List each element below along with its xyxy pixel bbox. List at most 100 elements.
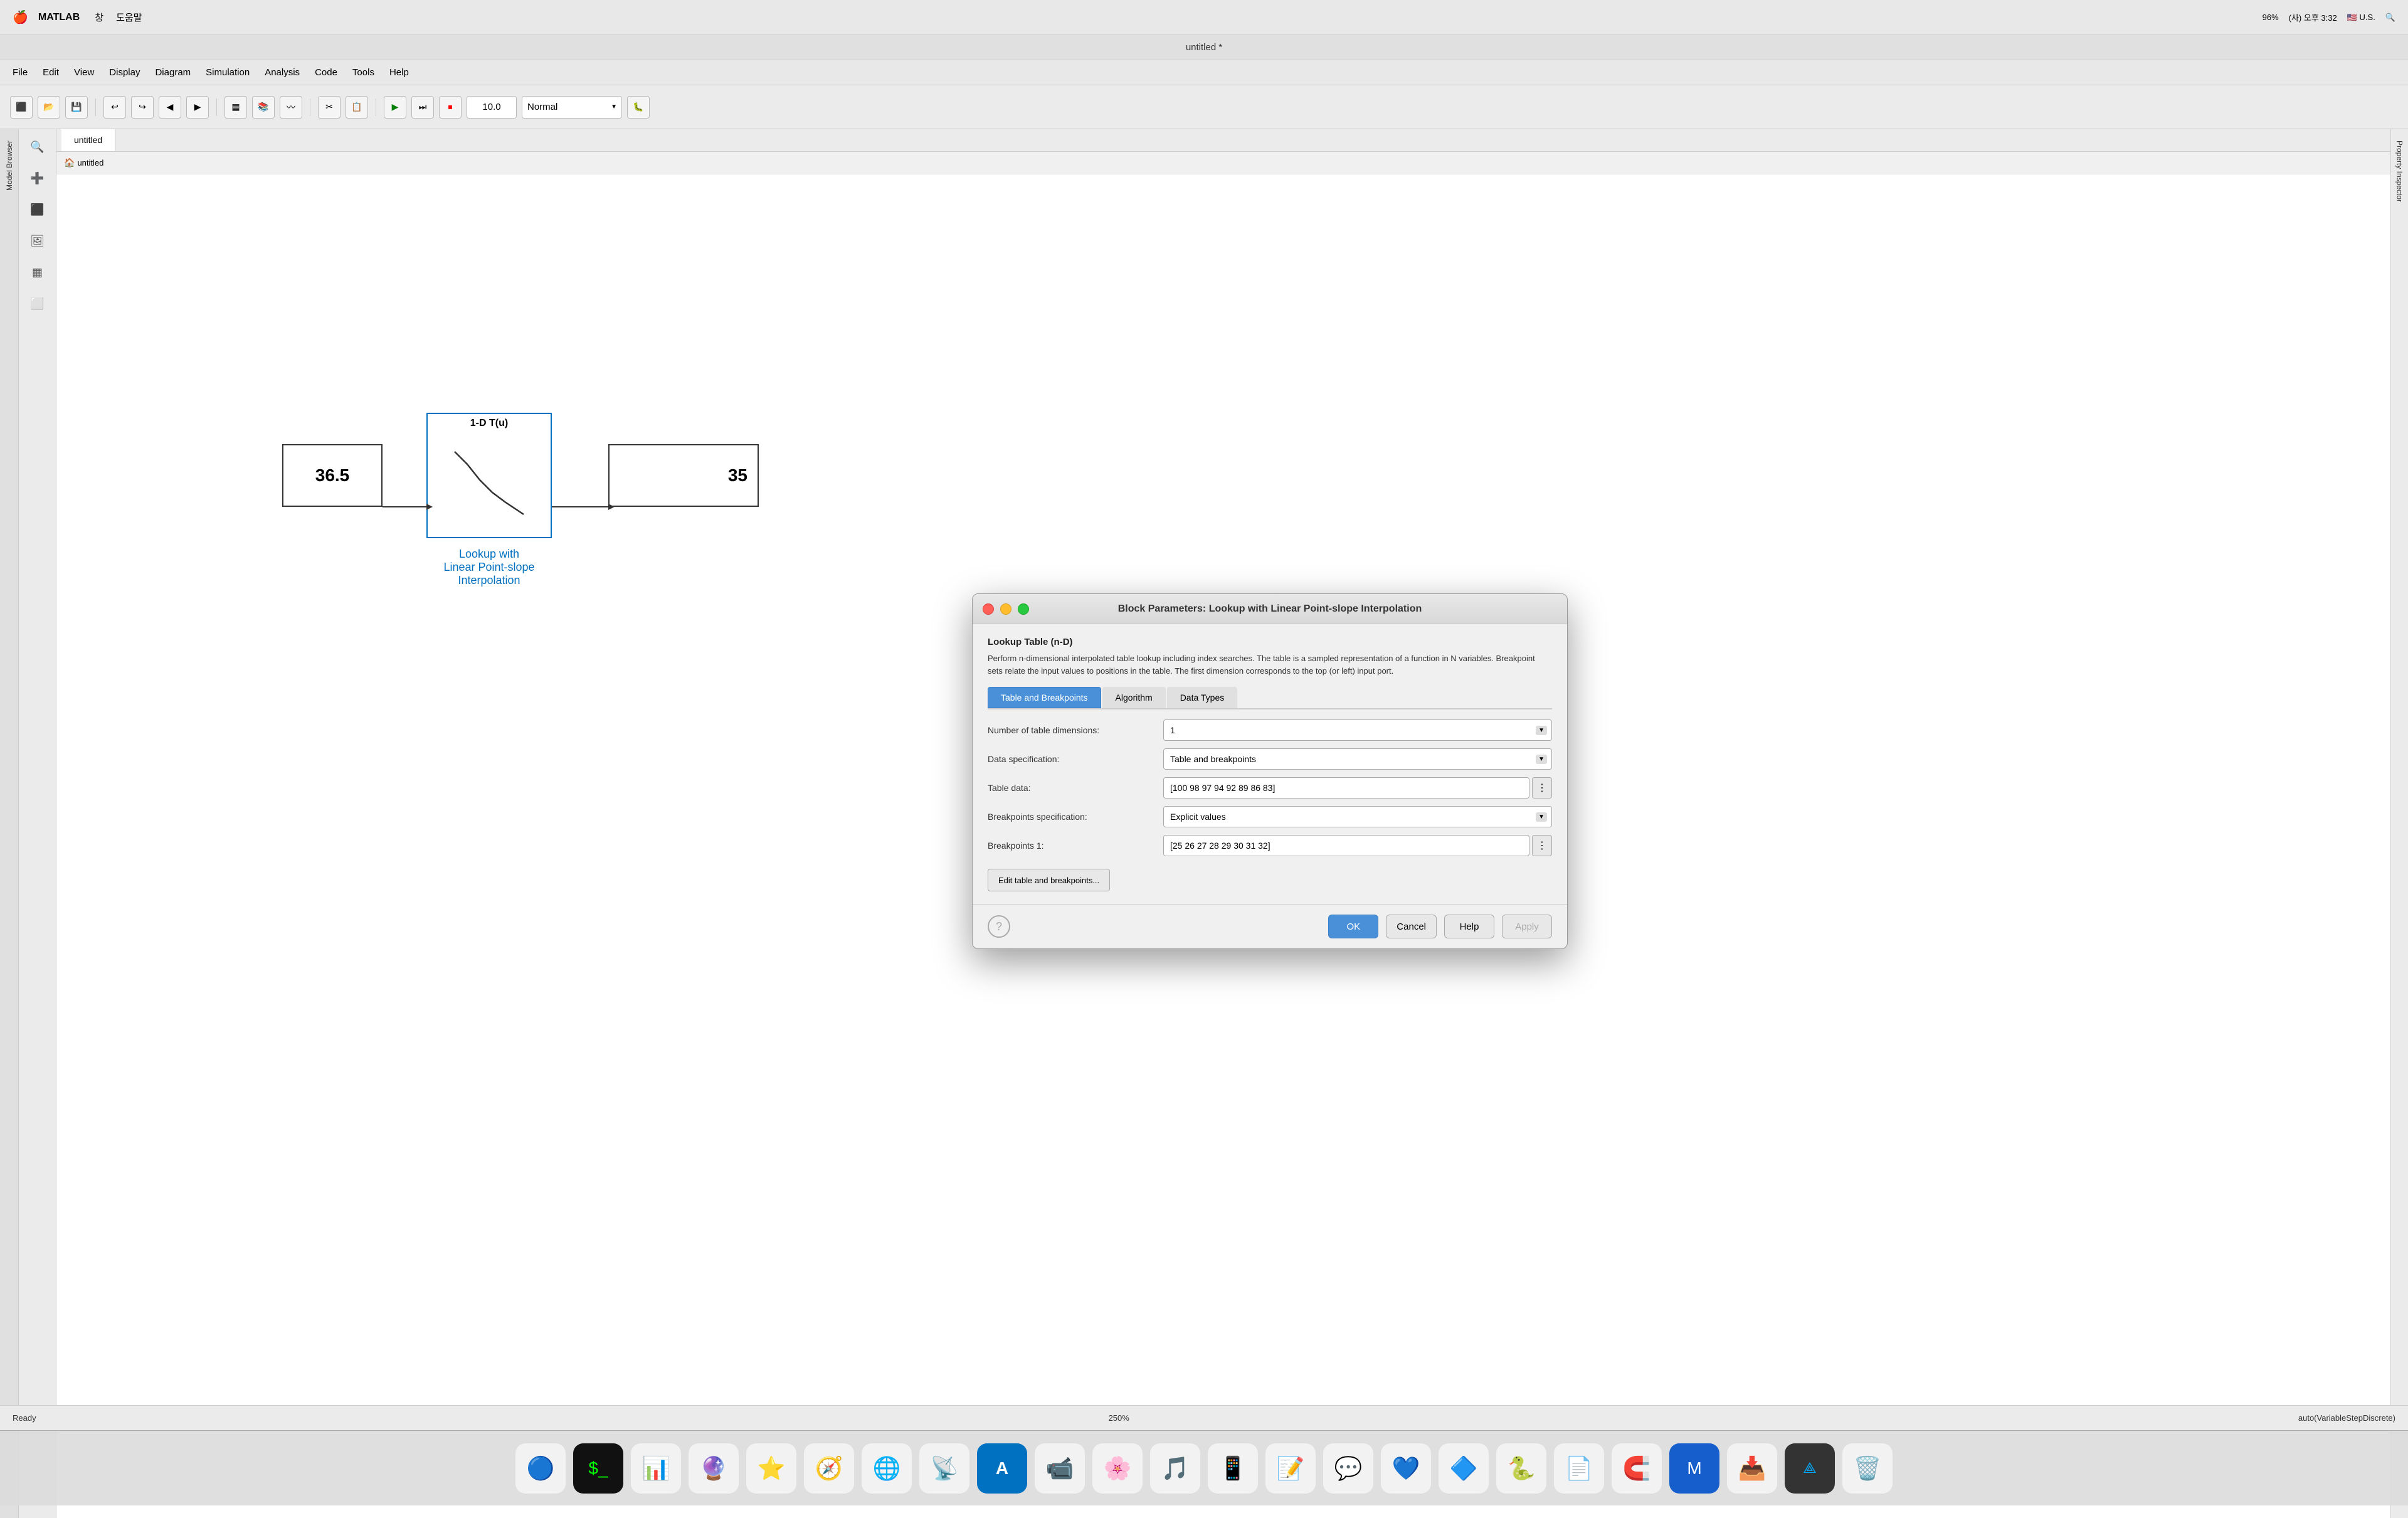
app-name: MATLAB (38, 12, 80, 23)
maximize-button[interactable] (1018, 603, 1029, 615)
search-menubar-icon[interactable]: 🔍 (2385, 13, 2395, 23)
toolbar-cut-btn[interactable]: ✂ (318, 96, 341, 119)
dock-photos[interactable]: 🌸 (1092, 1443, 1143, 1494)
statusbar: Ready 250% auto(VariableStepDiscrete) (0, 1405, 2408, 1430)
dock-chrome[interactable]: 🌐 (862, 1443, 912, 1494)
toolbar-step-btn[interactable]: ⏭ (411, 96, 434, 119)
apple-menu[interactable]: 🍎 (13, 9, 28, 25)
menu-tools[interactable]: Tools (352, 67, 374, 78)
cancel-button[interactable]: Cancel (1386, 915, 1437, 938)
dock-toodledo[interactable]: 📝 (1265, 1443, 1316, 1494)
dock-finder[interactable]: 🔵 (515, 1443, 566, 1494)
help-icon[interactable]: ? (988, 915, 1010, 938)
dock-safari[interactable]: 🧭 (804, 1443, 854, 1494)
fit-icon[interactable]: ⬛ (25, 197, 50, 222)
tab-data-types[interactable]: Data Types (1167, 687, 1238, 708)
dock-appstore[interactable]: A (977, 1443, 1027, 1494)
bp-spec-select[interactable]: Explicit values Even spacing (1163, 806, 1552, 827)
bp1-input[interactable] (1163, 835, 1529, 856)
table-data-label: Table data: (988, 783, 1163, 793)
toolbar-play-btn[interactable]: ▶ (384, 96, 406, 119)
dock-activity[interactable]: 📊 (631, 1443, 681, 1494)
dock-vscode[interactable]: 💙 (1381, 1443, 1431, 1494)
menu-code[interactable]: Code (315, 67, 337, 78)
dock-music[interactable]: 🎵 (1150, 1443, 1200, 1494)
grid-icon[interactable]: ▦ (25, 260, 50, 285)
menu-diagram[interactable]: Diagram (155, 67, 191, 78)
zoom-fit-icon[interactable]: 🔍 (25, 134, 50, 159)
dock-gem[interactable]: 🔷 (1439, 1443, 1489, 1494)
data-spec-wrap: Table and breakpoints Lookup table objec… (1163, 748, 1552, 770)
dock-slack[interactable]: 💬 (1323, 1443, 1373, 1494)
output-block[interactable]: 35 (608, 444, 759, 507)
toolbar-signal-btn[interactable]: 〰 (280, 96, 302, 119)
breadcrumb-path[interactable]: untitled (77, 158, 103, 167)
dock-facetime[interactable]: 📹 (1035, 1443, 1085, 1494)
table-data-menu-btn[interactable]: ⋮ (1532, 777, 1552, 799)
close-button[interactable] (983, 603, 994, 615)
dialog-description: Perform n-dimensional interpolated table… (988, 652, 1552, 677)
menubar-right: 96% (사) 오후 3:32 🇺🇸 U.S. 🔍 (2263, 11, 2395, 23)
menu-simulation[interactable]: Simulation (206, 67, 250, 78)
dock-pycharm[interactable]: 🐍 (1496, 1443, 1546, 1494)
minimize-button[interactable] (1000, 603, 1011, 615)
flag-icon: 🇺🇸 U.S. (2347, 13, 2375, 23)
tab-table-breakpoints[interactable]: Table and Breakpoints (988, 687, 1101, 708)
menu-view[interactable]: View (74, 67, 94, 78)
menu-display[interactable]: Display (109, 67, 140, 78)
dock-star[interactable]: ⭐ (746, 1443, 796, 1494)
model-browser-label[interactable]: Model Browser (5, 141, 14, 191)
dock-simulator[interactable]: 📱 (1208, 1443, 1258, 1494)
dock-siri[interactable]: 🔮 (689, 1443, 739, 1494)
help-button[interactable]: Help (1444, 915, 1494, 938)
edit-table-btn[interactable]: Edit table and breakpoints... (988, 869, 1110, 891)
toolbar-debug-btn[interactable]: 🐛 (627, 96, 650, 119)
help-menu[interactable]: 도움말 (116, 11, 142, 24)
toolbar-new-btn[interactable]: ⬛ (10, 96, 33, 119)
breadcrumb: 🏠 untitled (56, 152, 2390, 174)
toolbar-block-btn[interactable]: ▦ (224, 96, 247, 119)
simulation-mode-select[interactable]: Normal Accelerator Rapid Accelerator (522, 96, 622, 119)
toolbar-nav-fwd-btn[interactable]: ▶ (186, 96, 209, 119)
menu-file[interactable]: File (13, 67, 28, 78)
bp1-label: Breakpoints 1: (988, 841, 1163, 851)
menu-edit[interactable]: Edit (43, 67, 59, 78)
tab-untitled[interactable]: untitled (61, 129, 115, 151)
num-dimensions-select[interactable]: 1 2 3 (1163, 719, 1552, 741)
toolbar-stop-btn[interactable]: ⏹ (439, 96, 462, 119)
toolbar-redo-btn[interactable]: ↪ (131, 96, 154, 119)
toolbar-undo-btn[interactable]: ↩ (103, 96, 126, 119)
menu-help[interactable]: Help (389, 67, 409, 78)
dock-magnet[interactable]: 🧲 (1612, 1443, 1662, 1494)
dock-airdrop[interactable]: ⟁ (1785, 1443, 1835, 1494)
lookup-block[interactable]: 1-D T(u) Lookup with Linear Point-slope … (426, 413, 552, 538)
window-menu[interactable]: 창 (95, 11, 103, 24)
right-inspector: Property Inspector (2390, 129, 2408, 1518)
data-spec-select[interactable]: Table and breakpoints Lookup table objec… (1163, 748, 1552, 770)
constant-block[interactable]: 36.5 (282, 444, 383, 507)
toolbar-save-btn[interactable]: 💾 (65, 96, 88, 119)
dock-downloads[interactable]: 📥 (1727, 1443, 1777, 1494)
table-data-input[interactable] (1163, 777, 1529, 799)
zoom-input[interactable] (467, 96, 517, 119)
dock-terminal[interactable]: $_ (573, 1443, 623, 1494)
ok-button[interactable]: OK (1328, 915, 1378, 938)
toolbar-nav-back-btn[interactable]: ◀ (159, 96, 181, 119)
tab-algorithm[interactable]: Algorithm (1102, 687, 1166, 708)
dock-trash[interactable]: 🗑️ (1842, 1443, 1893, 1494)
apply-button[interactable]: Apply (1502, 915, 1552, 938)
add-block-icon[interactable]: ➕ (25, 166, 50, 191)
toolbar-paste-btn[interactable]: 📋 (346, 96, 368, 119)
dock-transmit[interactable]: 📡 (919, 1443, 969, 1494)
toolbar-open-btn[interactable]: 📂 (38, 96, 60, 119)
bp1-menu-btn[interactable]: ⋮ (1532, 835, 1552, 856)
bp1-row: Breakpoints 1: ⋮ (988, 835, 1552, 856)
rect-icon[interactable]: ⬜ (25, 291, 50, 316)
dock-mattermost[interactable]: M (1669, 1443, 1719, 1494)
image-icon[interactable]: 🖼 (25, 228, 50, 253)
toolbar-lib-btn[interactable]: 📚 (252, 96, 275, 119)
menu-analysis[interactable]: Analysis (265, 67, 300, 78)
toolbar: ⬛ 📂 💾 ↩ ↪ ◀ ▶ ▦ 📚 〰 ✂ 📋 ▶ ⏭ ⏹ Normal Acc… (0, 85, 2408, 129)
dock-word[interactable]: 📄 (1554, 1443, 1604, 1494)
num-dimensions-label: Number of table dimensions: (988, 725, 1163, 735)
